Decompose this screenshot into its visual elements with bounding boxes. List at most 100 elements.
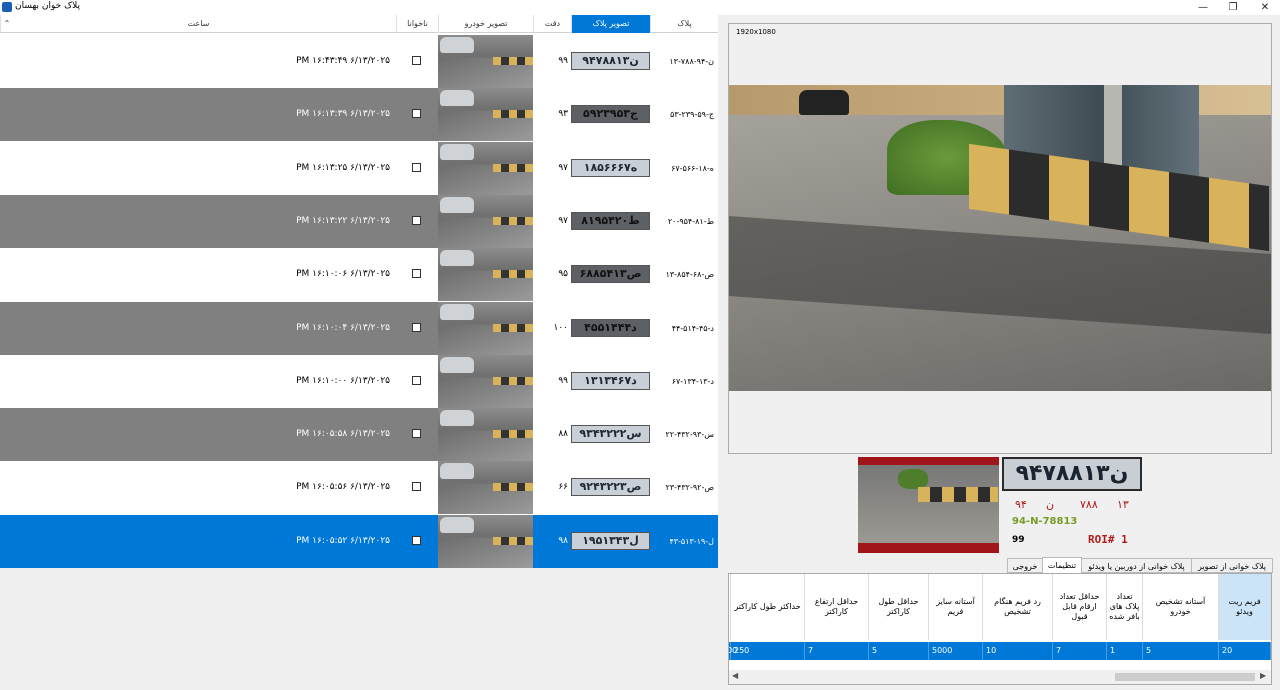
plate-thumbnail: ۹۲ص۴۳۲۲۳ [571, 478, 650, 497]
settings-value-cell[interactable]: 5000 [929, 642, 983, 660]
row-time: PM ۱۶:۱۰:۰۴ ۶/۱۳/۲۰۲۵ [296, 322, 390, 333]
plate-thumbnail: ۱۹ل۵۱۳۴۳ [571, 531, 650, 550]
row-accuracy: ۹۹ [558, 56, 568, 66]
unreadable-checkbox[interactable] [412, 215, 421, 225]
table-row[interactable]: PM ۱۶:۰۵:۵۸ ۶/۱۳/۲۰۲۵ ۸۸ ۹۳س۴۳۲۲۲ ۲۲-۴۳۲-س-… [0, 408, 718, 462]
vehicle-thumbnail [438, 408, 533, 462]
window-title: پلاک خوان بهسان [15, 1, 81, 11]
vehicle-thumbnail [438, 301, 533, 355]
plate-thumbnail: ۱۳د۱۳۴۶۷ [571, 371, 650, 390]
settings-column-header[interactable]: رد فریم هنگام تشخیص [983, 574, 1053, 640]
close-button[interactable]: ✕ [1250, 0, 1280, 15]
settings-value-cell[interactable]: 20 [1219, 642, 1271, 660]
settings-column-header[interactable]: حداکثر طول کاراکتر [731, 574, 805, 640]
settings-column-header[interactable]: آستانه سایز فریم [929, 574, 983, 640]
table-row[interactable]: PM ۱۶:۱۰:۰۰ ۶/۱۳/۲۰۲۵ ۹۹ ۱۳د۱۳۴۶۷ ۶۷-۱۳۴-د-… [0, 354, 718, 408]
table-row[interactable]: PM ۱۶:۱۰:۰۶ ۶/۱۳/۲۰۲۵ ۹۵ ۶۸ص۸۵۴۱۳ ۱۳-۸۵۴-ص-… [0, 248, 718, 302]
row-plate-text: ۶۷-۱۳۴-د-۱۳ [650, 354, 718, 408]
col-accuracy[interactable]: دقت [533, 15, 571, 33]
vehicle-thumbnail [438, 354, 533, 408]
unreadable-checkbox[interactable] [412, 375, 421, 385]
table-row[interactable]: PM ۱۶:۰۵:۵۲ ۶/۱۳/۲۰۲۵ ۹۸ ۱۹ل۵۱۳۴۳ ۴۳-۵۱۳-ل-… [0, 514, 718, 568]
row-accuracy: ۸۸ [558, 429, 568, 440]
settings-value-cell[interactable]: 7 [1053, 642, 1107, 660]
settings-column-header[interactable]: ح [729, 574, 731, 640]
table-row[interactable]: PM ۱۶:۱۳:۲۵ ۶/۱۳/۲۰۲۵ ۹۷ ۱۸ه۵۶۶۶۷ ۶۷-۵۶۶-ه-… [0, 141, 718, 195]
unreadable-checkbox[interactable] [412, 429, 421, 439]
vehicle-thumbnail [438, 514, 533, 568]
vehicle-thumbnail [438, 141, 533, 195]
camera-preview: 1920x1080 [728, 23, 1272, 454]
plate-thumbnail: ۹۴ن۷۸۸۱۳ [571, 52, 650, 70]
settings-value-cell[interactable]: 250 [731, 642, 805, 660]
unreadable-checkbox[interactable] [412, 269, 421, 279]
table-row[interactable]: PM ۱۶:۴۳:۴۹ ۶/۱۳/۲۰۲۵ ۹۹ ۹۴ن۷۸۸۱۳ ۱۳-۷۸۸-ن-… [0, 35, 718, 88]
plate-thumbnail: ۵۹ج۲۳۹۵۳ [571, 105, 650, 124]
row-accuracy: ۹۷ [558, 162, 568, 173]
table-row[interactable]: PM ۱۶:۰۵:۵۶ ۶/۱۳/۲۰۲۵ ۶۶ ۹۲ص۴۳۲۲۳ ۲۳-۴۳۲-ص-… [0, 461, 718, 515]
settings-column-header[interactable]: حداقل طول کاراکتر [869, 574, 929, 640]
col-time[interactable]: ساعت [0, 15, 396, 33]
row-time: PM ۱۶:۰۵:۵۶ ۶/۱۳/۲۰۲۵ [296, 482, 390, 493]
col-vehicle-image[interactable]: تصویر خودرو [438, 15, 533, 33]
row-plate-text: ۲۳-۴۳۲-ص-۹۲ [650, 461, 718, 515]
tab-read-from-image[interactable]: پلاک خوانی از تصویر [1191, 558, 1273, 573]
col-plate-image[interactable]: تصویر پلاک [571, 15, 650, 33]
settings-column-header[interactable]: حداقل ارتفاع کاراکتر [805, 574, 869, 640]
table-row[interactable]: PM ۱۶:۱۳:۳۹ ۶/۱۳/۲۰۲۵ ۹۳ ۵۹ج۲۳۹۵۳ ۵۳-۲۳۹-ج-… [0, 88, 718, 142]
row-plate-text: ۲۲-۴۳۲-س-۹۳ [650, 408, 718, 462]
unreadable-checkbox[interactable] [412, 109, 421, 119]
minimize-button[interactable]: — [1188, 0, 1218, 15]
table-row[interactable]: PM ۱۶:۱۰:۰۴ ۶/۱۳/۲۰۲۵ ۱۰۰ ۴۵د۵۱۴۴۴ ۴۴-۵۱۴-د… [0, 301, 718, 355]
camera-frame-image [729, 85, 1271, 391]
scrollbar-thumb[interactable] [1115, 673, 1255, 681]
detection-score: 99 [1012, 535, 1025, 545]
settings-value-cell[interactable]: 5 [1143, 642, 1219, 660]
row-plate-text: ۲۰-۹۵۴-ط-۸۱ [650, 194, 718, 248]
plate-part-3: ۷۸۸ [1080, 498, 1098, 511]
settings-value-cell[interactable]: 7 [805, 642, 869, 660]
row-plate-text: ۱۳-۷۸۸-ن-۹۴ [650, 35, 718, 88]
plate-thumbnail: ۶۸ص۸۵۴۱۳ [571, 265, 650, 284]
col-unreadable[interactable]: ناخوانا [396, 15, 438, 33]
settings-value-cell[interactable]: 10 [983, 642, 1053, 660]
plate-thumbnail: ۱۸ه۵۶۶۶۷ [571, 158, 650, 177]
row-accuracy: ۹۳ [558, 109, 568, 120]
row-plate-text: ۴۴-۵۱۴-د-۴۵ [650, 301, 718, 355]
row-accuracy: ۹۵ [558, 269, 568, 280]
settings-value-cell[interactable]: 1 [1107, 642, 1143, 660]
sort-marker: ⌃ [3, 19, 11, 28]
col-plate[interactable]: پلاک [650, 15, 718, 33]
row-accuracy: ۹۷ [558, 215, 568, 226]
settings-column-header[interactable]: آستانه تشخیص خودرو [1143, 574, 1219, 640]
settings-column-header[interactable]: حداقل تعداد ارقام قابل قبول [1053, 574, 1107, 640]
settings-column-header[interactable]: فریم ریت ویدئو [1219, 574, 1271, 640]
settings-column-header[interactable]: تعداد پلاک های بافر شده [1107, 574, 1143, 640]
horizontal-scrollbar[interactable]: ◀ ▶ [729, 670, 1271, 684]
tab-output[interactable]: خروجی [1007, 558, 1043, 573]
unreadable-checkbox[interactable] [412, 535, 421, 545]
row-accuracy: ۹۸ [558, 535, 568, 546]
maximize-button[interactable]: ❐ [1218, 0, 1248, 15]
tab-settings[interactable]: تنظیمات [1042, 557, 1082, 574]
settings-value-cell[interactable]: 300 [729, 642, 737, 660]
plate-thumbnail: ۴۵د۵۱۴۴۴ [571, 318, 650, 337]
row-time: PM ۱۶:۰۵:۵۸ ۶/۱۳/۲۰۲۵ [296, 429, 390, 440]
unreadable-checkbox[interactable] [412, 482, 421, 492]
row-accuracy: ۶۶ [558, 482, 568, 493]
tab-read-from-camera[interactable]: پلاک خوانی از دوربین یا ویدئو [1081, 558, 1192, 573]
plate-part-2: ن [1046, 498, 1055, 511]
tab-bar: پلاک خوانی از تصویر پلاک خوانی از دوربین… [1007, 557, 1273, 574]
settings-value-cell[interactable]: 5 [869, 642, 929, 660]
table-row[interactable]: PM ۱۶:۱۳:۲۲ ۶/۱۳/۲۰۲۵ ۹۷ ۸۱ط۹۵۴۲۰ ۲۰-۹۵۴-ط-… [0, 194, 718, 248]
unreadable-checkbox[interactable] [412, 56, 421, 65]
unreadable-checkbox[interactable] [412, 322, 421, 332]
row-accuracy: ۹۹ [558, 375, 568, 386]
grid-header: پلاک تصویر پلاک دقت تصویر خودرو ناخوانا … [0, 15, 718, 33]
row-time: PM ۱۶:۱۳:۲۲ ۶/۱۳/۲۰۲۵ [296, 215, 390, 226]
roi-label: ROI# 1 [1088, 533, 1128, 546]
vehicle-crop-image [858, 457, 999, 553]
row-time: PM ۱۶:۴۳:۴۹ ۶/۱۳/۲۰۲۵ [296, 56, 390, 66]
row-time: PM ۱۶:۱۳:۳۹ ۶/۱۳/۲۰۲۵ [296, 109, 390, 120]
unreadable-checkbox[interactable] [412, 162, 421, 172]
